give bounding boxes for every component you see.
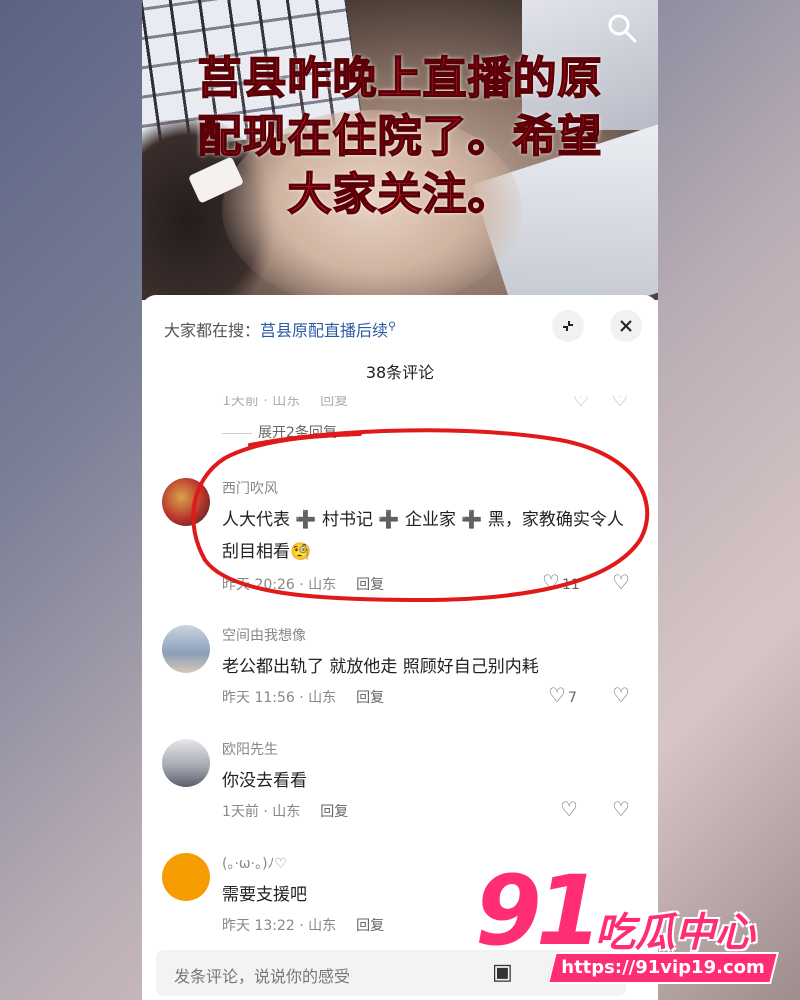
heart-icon: ♡ — [542, 570, 560, 594]
site-watermark: 91 吃瓜中心 https://91vip19.com — [475, 856, 795, 986]
comment-username[interactable]: 欧阳先生 — [222, 739, 278, 759]
expand-replies-button[interactable]: 展开2条回复 ⌄ — [222, 422, 353, 442]
reply-button[interactable]: 回复 — [320, 804, 348, 820]
video-caption: 莒县昨晚上直播的原 配现在住院了。希望 大家关注。 — [197, 52, 603, 221]
reply-button[interactable]: 回复 — [356, 577, 384, 593]
collapse-icon — [563, 321, 573, 331]
heart-icon: ♡ — [560, 797, 578, 821]
collapse-button[interactable] — [552, 310, 584, 342]
video-player[interactable]: 莒县昨晚上直播的原 配现在住院了。希望 大家关注。 — [142, 0, 658, 300]
search-icon[interactable] — [606, 12, 638, 44]
hot-search-term[interactable]: 莒县原配直播后续 — [260, 321, 388, 340]
avatar[interactable] — [162, 478, 210, 526]
like-button[interactable]: ♡ 11 — [542, 570, 580, 594]
close-button[interactable] — [610, 310, 642, 342]
search-icon: ⚲ — [388, 319, 397, 333]
prev-comment-actions: ♡ ♡ — [572, 390, 628, 411]
prev-comment-meta: 1天前 · 山东 回复 — [222, 393, 349, 409]
comment-username[interactable]: 西门吹风 — [222, 478, 278, 498]
heart-icon: ♡ — [548, 683, 566, 707]
comment-username[interactable]: (。·ω·。)ﾉ♡ — [222, 853, 287, 873]
watermark-brand: 吃瓜中心 — [595, 910, 755, 956]
comment-text: 人大代表 ➕ 村书记 ➕ 企业家 ➕ 黑，家教确实令人刮目相看🧐 — [222, 510, 624, 562]
comment-username[interactable]: 空间由我想像 — [222, 625, 306, 645]
comment-meta: 昨天 13:22 · 山东 回复 — [222, 918, 385, 934]
comment-text: 你没去看看 — [222, 771, 307, 791]
chevron-down-icon: ⌄ — [336, 425, 354, 441]
comment-text: 老公都出轨了 就放他走 照顾好自己别内耗 — [222, 657, 539, 677]
dislike-broken-heart-icon[interactable]: ♡ — [612, 683, 630, 707]
comment-meta: 昨天 11:56 · 山东 回复 — [222, 690, 385, 706]
like-button[interactable]: ♡ 7 — [548, 683, 577, 707]
dislike-broken-heart-icon[interactable]: ♡ — [612, 570, 630, 594]
watermark-url: https://91vip19.com — [547, 952, 779, 984]
like-button[interactable]: ♡ — [560, 797, 578, 821]
reply-button[interactable]: 回复 — [356, 690, 384, 706]
reply-button[interactable]: 回复 — [356, 918, 384, 934]
phone-screen: 莒县昨晚上直播的原 配现在住院了。希望 大家关注。 大家都在搜：莒县原配直播后续… — [142, 0, 658, 1000]
comments-count-title: 38条评论 — [365, 363, 435, 382]
comment-meta: 昨天 20:26 · 山东 回复 — [222, 577, 385, 593]
avatar[interactable] — [162, 853, 210, 901]
avatar[interactable] — [162, 625, 210, 673]
close-icon — [620, 320, 632, 332]
avatar[interactable] — [162, 739, 210, 787]
dislike-broken-heart-icon[interactable]: ♡ — [612, 797, 630, 821]
watermark-number: 91 — [475, 855, 603, 967]
hot-search-bar[interactable]: 大家都在搜：莒县原配直播后续⚲ — [164, 317, 396, 341]
comment-meta: 1天前 · 山东 回复 — [222, 804, 349, 820]
comment-input-placeholder: 发条评论，说说你的感受 — [174, 967, 351, 986]
